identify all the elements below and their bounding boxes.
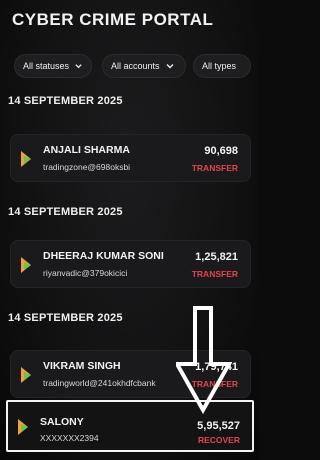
chevron-down-icon	[75, 64, 82, 69]
transaction-card[interactable]: DHEERAJ KUMAR SONI riyanvadic@379okicici…	[10, 240, 251, 288]
date-header: 14 SEPTEMBER 2025	[8, 206, 123, 218]
app-screen: CYBER CRIME PORTAL All statuses All acco…	[0, 0, 259, 460]
status-filter[interactable]: All statuses	[14, 54, 92, 78]
payee-account: riyanvadic@379okicici	[43, 268, 128, 278]
type-filter[interactable]: All types	[193, 54, 251, 78]
status-filter-label: All statuses	[23, 61, 70, 71]
transaction-type-badge: RECOVER	[197, 435, 240, 445]
payee-name: SALONY	[40, 416, 84, 428]
date-header: 14 SEPTEMBER 2025	[8, 95, 123, 107]
account-filter-label: All accounts	[111, 61, 160, 71]
payee-account: XXXXXXX2394	[40, 433, 99, 443]
payee-name: ANJALI SHARMA	[43, 144, 130, 156]
date-header: 14 SEPTEMBER 2025	[8, 312, 123, 324]
payee-account: tradingworld@241okhdfcbank	[43, 378, 156, 388]
upi-logo-icon	[21, 257, 31, 273]
amount: 1,25,821	[195, 251, 238, 263]
payee-name: VIKRAM SINGH	[43, 360, 121, 372]
account-filter[interactable]: All accounts	[102, 54, 186, 78]
amount: 90,698	[204, 145, 238, 157]
transaction-type-badge: TRANSFER	[191, 163, 238, 173]
amount: 5,95,527	[197, 420, 240, 432]
upi-logo-icon	[21, 367, 31, 383]
transaction-card[interactable]: ANJALI SHARMA tradingzone@698oksbi 90,69…	[10, 134, 251, 182]
upi-logo-icon	[21, 151, 31, 167]
chevron-down-icon	[166, 64, 174, 69]
payee-name: DHEERAJ KUMAR SONI	[43, 250, 164, 262]
down-arrow-icon	[176, 306, 232, 414]
page-title: CYBER CRIME PORTAL	[12, 10, 214, 29]
transaction-type-badge: TRANSFER	[191, 269, 238, 279]
upi-logo-icon	[18, 419, 28, 435]
type-filter-label: All types	[202, 61, 237, 71]
payee-account: tradingzone@698oksbi	[43, 162, 131, 172]
